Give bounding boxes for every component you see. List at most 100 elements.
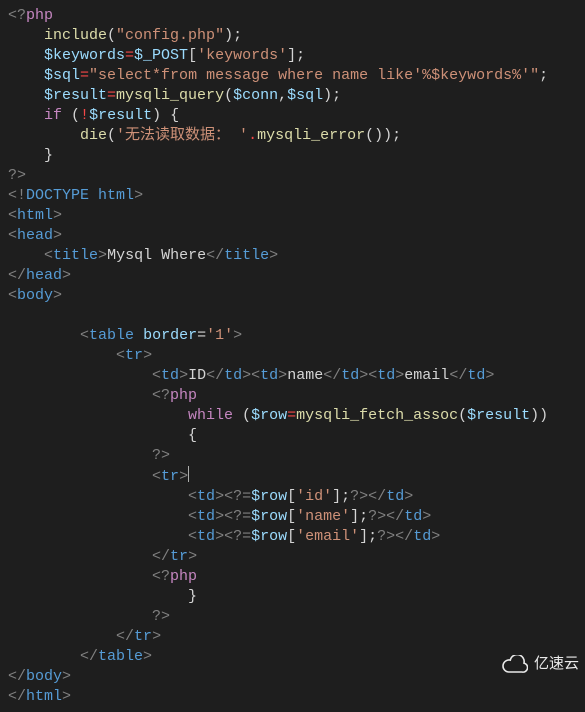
code-token [8,508,188,525]
code-token: <?= [224,528,251,545]
code-token: $conn [233,87,278,104]
code-token [8,67,44,84]
code-token: )) [530,407,548,424]
code-token: </ [449,367,467,384]
code-token: die [80,127,107,144]
code-token: Mysql Where [107,247,206,264]
code-token: tr [125,347,143,364]
code-token: td [467,367,485,384]
code-token: td [161,367,179,384]
code-token: > [53,207,62,224]
code-token: $keywords [44,47,125,64]
code-token: 'id' [296,488,332,505]
code-line: <?php [8,7,53,24]
code-token: ( [224,87,233,104]
code-token: ( [107,127,116,144]
code-token [8,127,80,144]
code-token: table [98,648,143,665]
text-cursor [188,466,189,482]
code-token: </ [323,367,341,384]
code-token [134,327,143,344]
code-token: </ [386,508,404,525]
code-line: <body> [8,287,62,304]
code-token: { [8,427,197,444]
code-token: tr [170,548,188,565]
code-token: $row [251,508,287,525]
code-token: html [17,207,53,224]
code-line: <td><?=$row['name'];?></td> [8,508,431,525]
code-token [8,648,80,665]
code-line: $sql="select*from message where name lik… [8,67,548,84]
code-token: head [17,227,53,244]
code-token: ]; [332,488,350,505]
code-token [8,628,116,645]
code-line: </table> [8,648,152,665]
code-token [8,87,44,104]
code-token: td [341,367,359,384]
code-token: ); [224,27,242,44]
code-token: = [107,87,116,104]
code-token: < [368,367,377,384]
code-line: </head> [8,267,71,284]
code-token: php [26,7,53,24]
code-token: < [152,367,161,384]
code-token: body [26,668,62,685]
code-token: DOCTYPE [26,187,89,204]
code-token [8,488,188,505]
code-token [8,608,152,625]
code-token [8,247,44,264]
code-token [8,387,152,404]
code-token: name [287,367,323,384]
code-token: mysqli_error [257,127,365,144]
code-token: </ [80,648,98,665]
code-token: <?= [224,488,251,505]
code-token: [ [287,488,296,505]
code-token: $result [467,407,530,424]
code-token: = [80,67,89,84]
code-token: $_POST [134,47,188,64]
code-token: > [395,367,404,384]
code-token: $row [251,407,287,424]
code-token: td [404,508,422,525]
code-line: ?> [8,608,170,625]
code-line: } [8,147,53,164]
code-token: > [242,367,251,384]
code-token: td [197,528,215,545]
code-token: ?> [152,608,170,625]
code-token: <! [8,187,26,204]
code-line: <table border='1'> [8,327,242,344]
code-token: > [143,648,152,665]
code-line: </tr> [8,548,197,565]
code-line: $result=mysqli_query($conn,$sql); [8,87,341,104]
code-token: , [278,87,287,104]
code-token [8,447,152,464]
code-token: < [152,468,161,485]
code-token: php [170,568,197,585]
code-token: </ [152,548,170,565]
code-token: > [404,488,413,505]
code-token: ) { [152,107,179,124]
code-token: > [179,468,188,485]
code-token [8,367,152,384]
code-line: </tr> [8,628,161,645]
code-token: ]; [359,528,377,545]
code-line: <title>Mysql Where</title> [8,247,278,264]
code-token: > [215,528,224,545]
code-token: $sql [287,87,323,104]
code-token: < [188,508,197,525]
code-token: > [278,367,287,384]
code-line: <?php [8,568,197,585]
code-token: "config.php" [116,27,224,44]
code-token: $result [89,107,152,124]
code-token: > [53,227,62,244]
code-token: <? [152,387,170,404]
code-line: <td>ID</td><td>name</td><td>email</td> [8,367,494,384]
code-token: > [62,688,71,705]
code-token: td [197,488,215,505]
code-token: td [413,528,431,545]
code-token: 'email' [296,528,359,545]
code-token: < [8,227,17,244]
code-token: <?= [224,508,251,525]
code-token: > [422,508,431,525]
code-token: tr [161,468,179,485]
